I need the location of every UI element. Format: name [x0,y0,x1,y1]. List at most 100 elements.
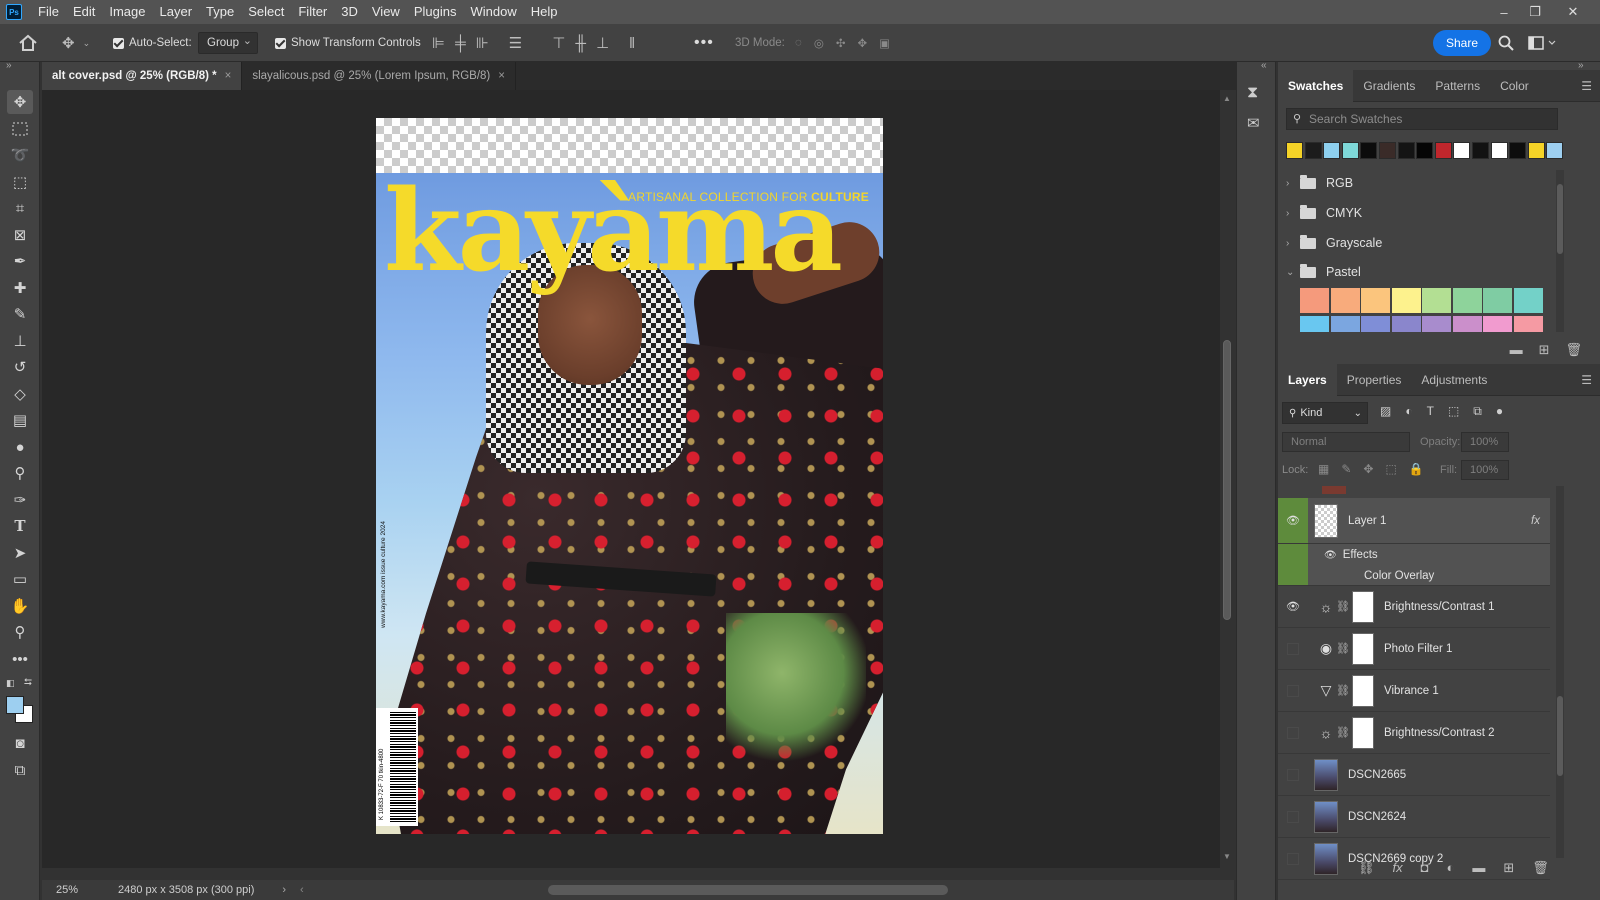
panel-menu-icon[interactable]: ☰ [1581,373,1592,387]
history-panel-icon[interactable]: ⧗ [1247,84,1258,102]
swatch-group-cmyk[interactable]: › CMYK [1286,202,1556,224]
swatch-group-pastel[interactable]: ⌄ Pastel [1286,261,1556,283]
blend-mode-dropdown[interactable]: Normal [1282,432,1410,452]
filter-pixel-icon[interactable]: ▨ [1380,404,1391,419]
layer-row-brightness-contrast-2[interactable]: ☼ ⛓ Brightness/Contrast 2 [1278,712,1550,754]
link-icon[interactable]: ⛓ [1336,642,1350,655]
minimize-button[interactable]: – [1489,0,1519,24]
3d-slide-icon[interactable]: ✥ [858,36,868,50]
menu-image[interactable]: Image [102,0,152,24]
foreground-color-swatch[interactable] [6,696,24,714]
tab-patterns[interactable]: Patterns [1425,70,1490,102]
new-group-icon[interactable]: ▬ [1510,342,1523,358]
menu-window[interactable]: Window [463,0,523,24]
blur-tool-icon[interactable]: ● [7,435,33,459]
pastel-swatch[interactable] [1300,316,1329,332]
screen-mode-icon[interactable]: ⧉ [7,758,33,782]
chevron-right-icon[interactable]: › [1286,238,1300,249]
menu-view[interactable]: View [365,0,407,24]
stamp-tool-icon[interactable]: ⊥ [7,329,33,353]
filter-type-icon[interactable]: T [1427,404,1434,419]
color-swatch[interactable] [1509,142,1527,159]
visibility-toggle[interactable] [1278,670,1308,711]
delete-layer-icon[interactable]: 🗑 [1532,860,1549,876]
visibility-toggle[interactable] [1278,754,1308,795]
object-selection-tool-icon[interactable]: ⬚ [7,170,33,194]
color-swatch[interactable] [1341,142,1359,159]
pastel-swatch[interactable] [1452,288,1482,313]
scrollbar-thumb[interactable] [1557,696,1563,776]
collapse-panels-icon[interactable]: « [1261,60,1267,71]
search-swatches-input[interactable]: ⚲ Search Swatches [1286,108,1558,130]
distribute-vertical-icon[interactable]: ‖ [629,35,635,52]
more-options-button[interactable]: ••• [694,24,714,62]
color-swatch[interactable] [1360,142,1378,159]
menu-layer[interactable]: Layer [153,0,200,24]
gradient-tool-icon[interactable]: ▤ [7,408,33,432]
fx-icon[interactable]: fx [1531,515,1540,527]
scrollbar-thumb[interactable] [1223,340,1231,620]
pastel-swatch[interactable] [1361,288,1390,313]
marquee-tool-icon[interactable] [7,117,33,141]
pastel-swatch[interactable] [1513,316,1543,332]
effects-eye-icon[interactable]: 👁 [1324,550,1337,561]
align-top-icon[interactable]: ⊤ [552,34,565,52]
scroll-down-icon[interactable]: ▼ [1223,852,1231,861]
menu-select[interactable]: Select [241,0,291,24]
distribute-icon[interactable]: ☰ [509,34,522,52]
eyedropper-tool-icon[interactable]: ✒ [7,249,33,273]
new-layer-icon[interactable]: ⊞ [1503,860,1514,876]
link-icon[interactable]: ⛓ [1336,726,1350,739]
menu-plugins[interactable]: Plugins [407,0,464,24]
brush-tool-icon[interactable]: ✎ [7,302,33,326]
swatches-scrollbar[interactable] [1556,170,1564,332]
new-swatch-icon[interactable]: ⊞ [1539,342,1550,358]
lock-all-icon[interactable]: 🔒 [1409,462,1424,476]
color-swatch[interactable] [1434,142,1452,159]
collapse-toolbar-icon[interactable]: » [6,60,12,71]
dodge-tool-icon[interactable]: ⚲ [7,461,33,485]
scroll-left-icon[interactable]: ‹ [300,884,304,896]
align-left-icon[interactable]: ⊫ [432,34,445,52]
move-tool-preset-icon[interactable]: ✥ ⌄ [62,24,90,62]
search-icon[interactable] [1498,24,1514,62]
auto-select-checkbox[interactable]: Auto-Select: [113,24,192,62]
layer-row-vibrance-1[interactable]: ▽ ⛓ Vibrance 1 [1278,670,1550,712]
pastel-swatch[interactable] [1391,288,1421,313]
layer-row-dscn2624[interactable]: DSCN2624 [1278,796,1550,838]
color-swatch[interactable] [1527,142,1545,159]
hand-tool-icon[interactable]: ✋ [7,594,33,618]
lock-position-icon[interactable]: ✥ [1363,462,1373,476]
menu-3d[interactable]: 3D [334,0,365,24]
pen-tool-icon[interactable]: ✑ [7,488,33,512]
color-overlay-row[interactable]: Color Overlay [1278,566,1550,586]
edit-toolbar-icon[interactable]: ••• [7,647,33,671]
menu-type[interactable]: Type [199,0,241,24]
filter-smart-object-icon[interactable]: ⧉ [1473,404,1482,419]
auto-select-target-dropdown[interactable]: Group [198,32,258,54]
tab-alt-cover[interactable]: alt cover.psd @ 25% (RGB/8) * × [42,62,243,90]
type-tool-icon[interactable]: T [7,514,33,538]
scrollbar-thumb[interactable] [1557,184,1563,254]
pastel-swatch[interactable] [1513,288,1543,313]
color-swatch[interactable] [1397,142,1415,159]
fx-menu-icon[interactable]: fx [1393,860,1403,876]
link-icon[interactable]: ⛓ [1336,600,1350,613]
zoom-tool-icon[interactable]: ⚲ [7,620,33,644]
pastel-swatch[interactable] [1300,288,1329,313]
tab-layers[interactable]: Layers [1278,363,1337,396]
close-tab-icon[interactable]: × [498,70,505,82]
color-swatch[interactable] [1286,142,1303,159]
tab-slayalicous[interactable]: slayalicous.psd @ 25% (Lorem Ipsum, RGB/… [242,62,516,90]
pastel-swatch[interactable] [1361,316,1390,332]
rectangle-tool-icon[interactable]: ▭ [7,567,33,591]
delete-icon[interactable]: 🗑 [1565,342,1582,358]
3d-roll-icon[interactable]: ◎ [814,36,824,50]
crop-tool-icon[interactable]: ⌗ [7,196,33,220]
color-swatch[interactable] [1490,142,1508,159]
healing-brush-tool-icon[interactable]: ✚ [7,276,33,300]
home-icon[interactable] [18,24,38,62]
frame-tool-icon[interactable]: ⊠ [7,223,33,247]
color-swatch[interactable] [1546,142,1564,159]
visibility-eye-icon[interactable]: 👁 [1278,498,1308,543]
